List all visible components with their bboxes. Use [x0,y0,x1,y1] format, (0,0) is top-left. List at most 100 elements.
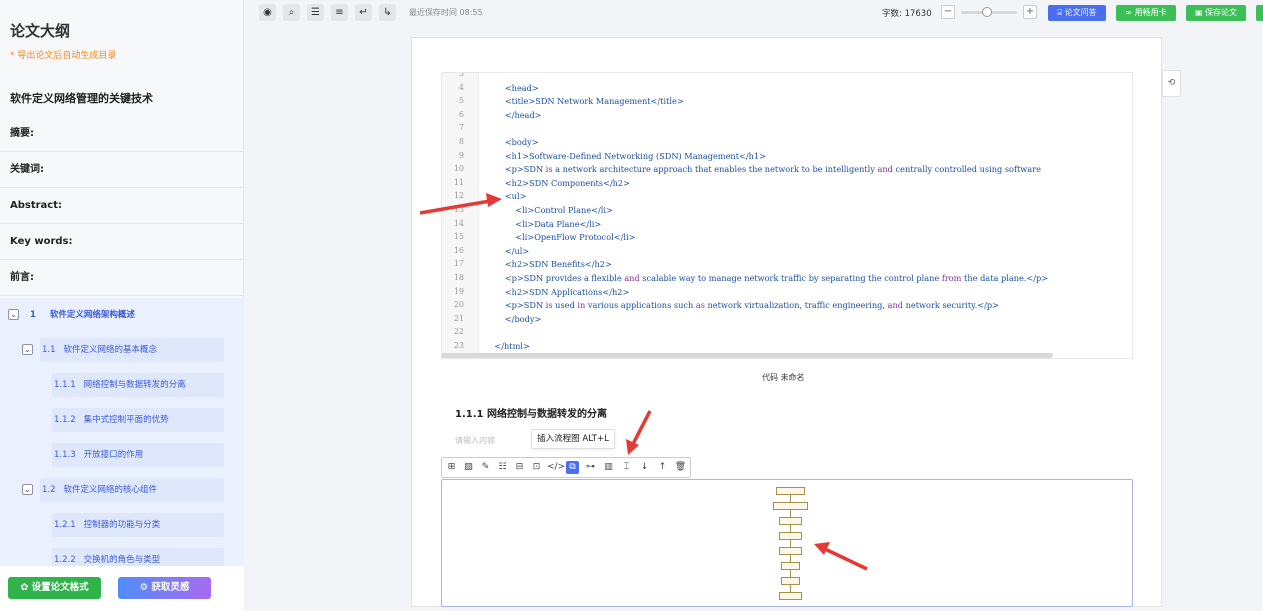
image-icon[interactable]: ▨ [462,461,475,474]
history-icon[interactable]: ⟲ [1162,70,1181,97]
line-number: 13 [453,205,464,214]
outline-item-1-1-3[interactable]: 1.1.3 开放接口的作用 [52,443,224,467]
outline-item-1-1-1[interactable]: 1.1.1 网络控制与数据转发的分离 [52,373,224,397]
eye-icon[interactable]: ◉ [259,4,276,21]
outline-label: 软件定义网络的核心组件 [63,485,158,495]
outline-label: 软件定义网络架构概述 [49,310,135,320]
gear-icon: ⚙ [139,582,149,593]
more-button[interactable] [1256,5,1263,21]
undo-icon[interactable]: ↵ [355,4,372,21]
chevron-down-icon[interactable]: ⌄ [22,344,33,355]
section-keywords-en[interactable]: Key words: [0,224,244,260]
line-number: 19 [453,286,464,296]
flow-node [773,502,808,510]
line-number: 14 [453,218,464,228]
flowchart-canvas[interactable] [441,479,1133,607]
save-time: 最近保存时间 08:55 [409,8,483,17]
flow-connector [790,570,791,577]
outline-num: 1.2.2 [54,555,76,565]
line-number: 5 [458,96,464,106]
zoom-slider-handle[interactable] [982,7,992,17]
zoom-in-button[interactable]: + [1023,5,1037,19]
line-number: 17 [453,259,464,269]
infinity-icon: ∞ [1125,8,1133,17]
flow-node [779,532,802,540]
section-preface[interactable]: 前言: [0,260,244,296]
paper-title[interactable]: 软件定义网络管理的关键技术 [10,90,153,106]
outline-tree: ⌄ 1 软件定义网络架构概述 ⌄ 1.1 软件定义网络的基本概念 1.1.1 网络控制… [0,298,244,566]
line-number: 15 [453,232,464,242]
content-input[interactable]: 请输入内容 [455,435,495,446]
flow-connector [790,510,791,517]
sidebar-title: 论文大纲 [10,22,71,40]
sidebar-note: * 导出论文后自动生成目录 [10,51,117,61]
paper-qa-button[interactable]: ⌸ 论文问答 [1048,5,1106,21]
page-break-icon[interactable]: ⌶ [620,461,633,474]
chart-icon[interactable]: ▥ [602,461,615,474]
zoom-out-button[interactable]: − [941,5,955,19]
line-number: 8 [458,137,464,146]
code-line: </html> [484,341,530,351]
paper-qa-label: 论文问答 [1064,8,1097,17]
save-icon: ▣ [1194,8,1203,17]
search-icon[interactable]: ⌕ [283,4,300,21]
table-icon[interactable]: ⊟ [513,461,526,474]
code-icon[interactable]: </> [547,461,565,474]
arrow-down-icon[interactable]: ↓ [638,461,651,474]
add-block-icon[interactable]: ⊞ [445,461,458,474]
qa-icon: ⌸ [1057,8,1063,17]
chevron-down-icon[interactable]: ⌄ [22,484,33,495]
word-count: 字数: 17630 [882,9,932,19]
get-inspiration-button[interactable]: ⚙ 获取灵感 [118,577,211,599]
code-line: <li>Data Plane</li> [484,218,602,229]
format-settings-button[interactable]: ✿ 设置论文格式 [8,577,101,599]
code-line: </head> [484,109,542,120]
save-paper-label: 保存论文 [1205,8,1238,17]
code-line: <li>Control Plane</li> [484,205,613,215]
code-block[interactable]: 3 4 <head> 5 <title>SDN Network Management… [441,72,1133,359]
line-number: 11 [453,177,464,187]
format-icon[interactable]: ☰ [307,4,324,21]
flow-connector [790,495,791,502]
arrow-up-icon[interactable]: ↑ [656,461,669,474]
code-line: <p>SDN provides a flexible and scalable … [484,273,1049,283]
bullet-list-icon[interactable]: ☷ [496,461,509,474]
outline-item-1-1-2[interactable]: 1.1.2 集中式控制平面的优势 [52,408,224,432]
formula-icon[interactable]: ⊡ [530,461,543,474]
outline-item-1-2-1[interactable]: 1.2.1 控制器的功能与分类 [52,513,224,537]
code-line: <ul> [484,191,527,202]
top-toolbar: ◉ ⌕ ☰ ≡ ↵ ↳ 最近保存时间 08:55 字数: 17630 − + ⌸… [244,0,1263,28]
code-line: <p>SDN is used in various applications s… [484,300,1000,311]
horizontal-scrollbar[interactable] [441,353,1053,358]
code-line: </ul> [484,245,530,256]
outline-item-1-2-2[interactable]: 1.2.2 交换机的角色与类型 [52,548,224,566]
section-abstract-cn[interactable]: 摘要: [0,116,244,152]
outline-num: 1 [30,310,36,320]
pen-icon[interactable]: ✎ [479,461,492,474]
line-number: 21 [453,313,464,323]
line-number: 7 [458,123,464,133]
outline-item-1-1[interactable]: 1.1 软件定义网络的基本概念 [40,338,224,362]
section-keywords-cn[interactable]: 关键词: [0,152,244,188]
outline-num: 1.1.1 [54,380,76,390]
list-icon[interactable]: ≡ [331,4,348,21]
flowchart-icon[interactable]: ⧉ [566,461,579,474]
trash-icon[interactable]: 🗑 [674,461,687,474]
flow-connector [790,525,791,532]
redo-icon[interactable]: ↳ [379,4,396,21]
card-label: 用畅用卡 [1134,8,1167,17]
line-number: 20 [453,300,464,310]
section-abstract-en[interactable]: Abstract: [0,188,244,224]
outline-label: 控制器的功能与分类 [83,520,161,530]
card-button[interactable]: ∞ 用畅用卡 [1116,5,1176,21]
chevron-down-icon[interactable]: ⌄ [8,309,19,320]
save-paper-button[interactable]: ▣ 保存论文 [1186,5,1246,21]
outline-item-1-2[interactable]: 1.2 软件定义网络的核心组件 [40,478,224,502]
flow-connector [790,585,791,592]
outline-item-1[interactable]: 1 软件定义网络架构概述 [30,303,230,327]
line-number: 4 [458,82,464,92]
line-number: 18 [453,273,464,282]
flow-node [779,517,802,525]
code-line: <h2>SDN Applications</h2> [484,286,630,297]
mindmap-icon[interactable]: ⊶ [584,461,597,474]
